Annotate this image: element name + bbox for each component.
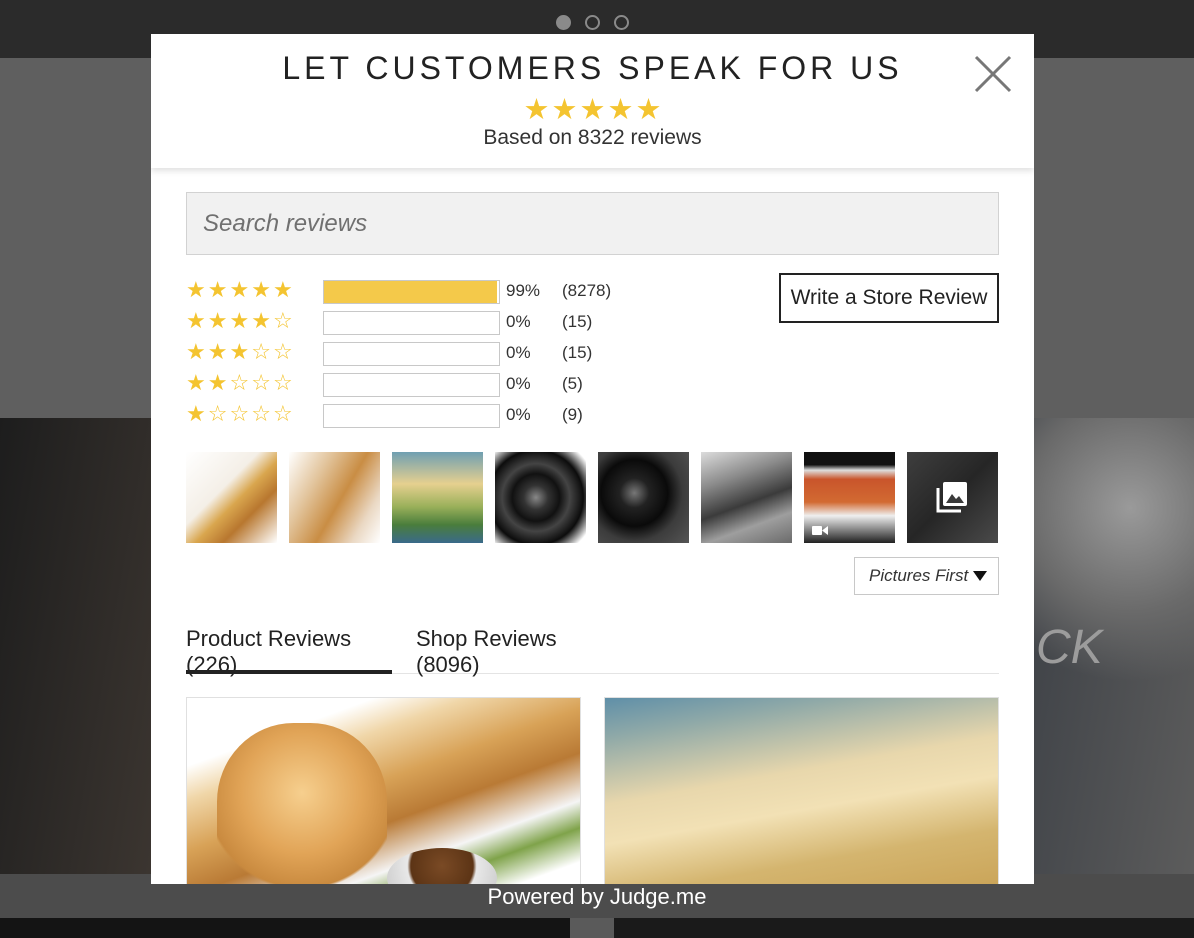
star-outline-icon: ☆ [251, 340, 271, 365]
star-icon: ★ [229, 278, 250, 303]
close-icon [974, 55, 1012, 93]
star-icon: ★ [551, 92, 578, 126]
star-outline-icon: ☆ [272, 402, 293, 427]
star-icon: ★ [272, 278, 293, 303]
star-icon: ★ [186, 278, 206, 303]
star-icon: ★ [523, 92, 550, 126]
star-icon: ★ [186, 371, 206, 396]
histogram-row-4[interactable]: ★★★★☆ 0% (15) [186, 309, 646, 337]
close-button[interactable] [973, 54, 1013, 94]
star-outline-icon: ☆ [229, 371, 250, 396]
rating-stars: ★★★★★ [186, 278, 295, 303]
gallery-icon [936, 482, 967, 513]
star-outline-icon: ☆ [272, 371, 293, 396]
review-photo-thumbnail[interactable] [186, 452, 277, 543]
star-icon: ★ [229, 340, 250, 365]
histogram-count: (5) [562, 374, 583, 393]
review-media-gallery [186, 452, 999, 543]
search-reviews-input[interactable]: Search reviews [186, 192, 999, 255]
histogram-percent: 0% [506, 312, 531, 331]
modal-body: Search reviews ★★★★★ 99% (8278) ★★★★☆ 0%… [151, 168, 1034, 884]
star-icon: ★ [207, 278, 228, 303]
review-photo-thumbnail[interactable] [598, 452, 689, 543]
background-hero-text: CK [1036, 621, 1103, 674]
star-icon: ★ [186, 340, 206, 365]
histogram-percent: 0% [506, 405, 531, 424]
background-bottom-divider [570, 918, 614, 938]
review-photo-thumbnail[interactable] [392, 452, 483, 543]
histogram-count: (15) [562, 343, 593, 362]
powered-by-judgeme[interactable]: Powered by Judge.me [0, 884, 1194, 910]
background-bottom-image [614, 918, 1194, 938]
star-outline-icon: ☆ [251, 402, 271, 427]
rating-stars: ★☆☆☆☆ [186, 402, 295, 427]
star-icon: ★ [251, 278, 271, 303]
star-icon: ★ [229, 309, 250, 334]
star-icon: ★ [186, 309, 206, 334]
reviews-modal: LET CUSTOMERS SPEAK FOR US ★★★★★ Based o… [151, 34, 1034, 884]
modal-title: LET CUSTOMERS SPEAK FOR US [282, 50, 903, 86]
review-count-summary: Based on 8322 reviews [483, 126, 702, 149]
review-card[interactable] [186, 697, 581, 884]
slider-dot[interactable] [556, 15, 571, 30]
histogram-row-2[interactable]: ★★☆☆☆ 0% (5) [186, 371, 646, 399]
histogram-bar [323, 311, 500, 335]
histogram-bar [323, 280, 500, 304]
tab-shop-reviews[interactable]: Shop Reviews (8096) [416, 620, 616, 677]
star-icon: ★ [207, 371, 228, 396]
sort-dropdown[interactable]: Pictures First [854, 557, 999, 595]
slider-dots [556, 15, 629, 30]
histogram-percent: 0% [506, 343, 531, 362]
histogram-row-1[interactable]: ★☆☆☆☆ 0% (9) [186, 402, 646, 430]
review-photo-thumbnail[interactable] [289, 452, 380, 543]
background-bottom-image [0, 918, 570, 938]
review-photo-thumbnail[interactable] [701, 452, 792, 543]
review-card[interactable] [604, 697, 999, 884]
review-card-image [217, 723, 387, 884]
histogram-count: (15) [562, 312, 593, 331]
star-icon: ★ [207, 340, 228, 365]
star-icon: ★ [579, 92, 606, 126]
star-icon: ★ [186, 402, 206, 427]
histogram-bar-fill [324, 281, 498, 303]
more-media-thumbnail[interactable] [907, 452, 998, 543]
write-store-review-button[interactable]: Write a Store Review [779, 273, 999, 323]
histogram-percent: 99% [506, 281, 541, 300]
sort-selected-value: Pictures First [869, 566, 969, 585]
star-outline-icon: ☆ [272, 309, 293, 334]
star-icon: ★ [635, 92, 662, 126]
star-outline-icon: ☆ [229, 402, 250, 427]
histogram-count: (8278) [562, 281, 612, 300]
review-card-image-detail [387, 848, 497, 884]
histogram-count: (9) [562, 405, 583, 424]
slider-dot[interactable] [585, 15, 600, 30]
histogram-bar [323, 404, 500, 428]
review-photo-thumbnail[interactable] [495, 452, 586, 543]
review-tabs: Product Reviews (226) Shop Reviews (8096… [186, 620, 999, 677]
star-icon: ★ [607, 92, 634, 126]
star-outline-icon: ☆ [207, 402, 228, 427]
rating-stars: ★★★★☆ [186, 309, 295, 334]
rating-stars: ★★☆☆☆ [186, 371, 295, 396]
average-rating-stars: ★★★★★ [151, 92, 1034, 126]
slider-dot[interactable] [614, 15, 629, 30]
star-icon: ★ [207, 309, 228, 334]
star-outline-icon: ☆ [272, 340, 293, 365]
modal-header: LET CUSTOMERS SPEAK FOR US ★★★★★ Based o… [151, 34, 1034, 168]
star-icon: ★ [251, 309, 271, 334]
review-video-thumbnail[interactable] [804, 452, 895, 543]
histogram-bar [323, 342, 500, 366]
histogram-row-3[interactable]: ★★★☆☆ 0% (15) [186, 340, 646, 368]
histogram-bar [323, 373, 500, 397]
video-icon [812, 526, 828, 535]
rating-stars: ★★★☆☆ [186, 340, 295, 365]
tab-product-reviews[interactable]: Product Reviews (226) [186, 620, 392, 677]
histogram-percent: 0% [506, 374, 531, 393]
caret-down-icon [973, 571, 987, 581]
star-outline-icon: ☆ [251, 371, 271, 396]
histogram-row-5[interactable]: ★★★★★ 99% (8278) [186, 278, 646, 306]
